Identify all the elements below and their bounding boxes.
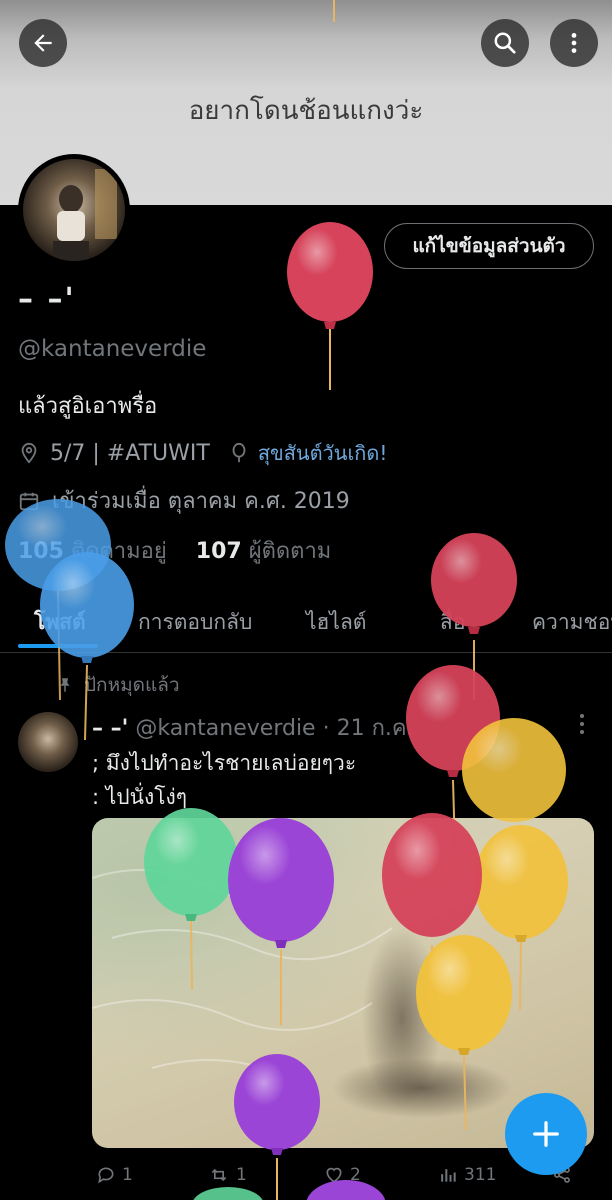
compose-button[interactable] [505,1093,587,1175]
birthday-balloons [5,0,568,1200]
balloon-blue [40,552,134,741]
balloon-green [144,808,238,991]
plus-icon [533,1121,559,1147]
balloon-yellow [462,718,566,822]
balloon-yellow [416,935,512,1131]
balloon-purple [234,1054,320,1200]
balloon-red [287,222,373,390]
balloon-purple [228,818,334,1025]
